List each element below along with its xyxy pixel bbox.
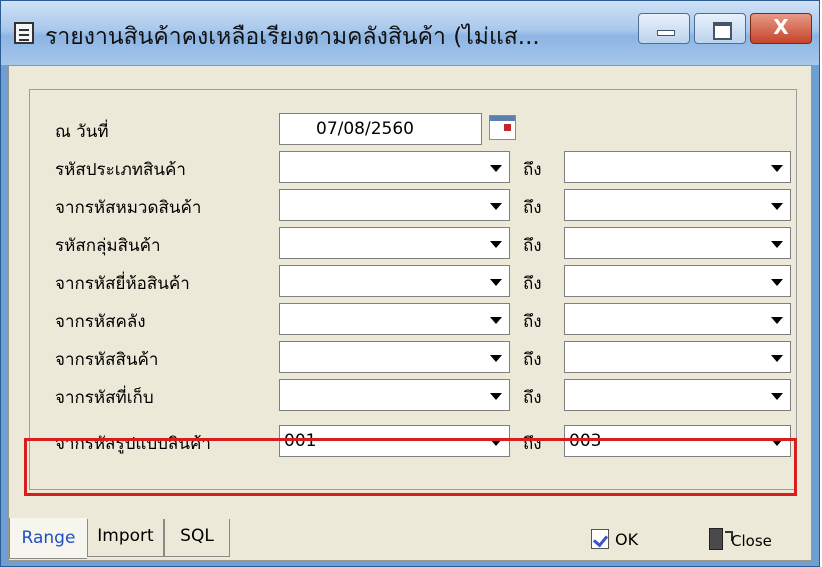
close-label: Close bbox=[731, 532, 772, 550]
range-form-panel: ณ วันที่ 07/08/2560 รหัสประเภทสินค้า ถึง… bbox=[29, 89, 797, 490]
from-combo[interactable] bbox=[279, 227, 510, 259]
ok-label: OK bbox=[615, 530, 639, 549]
range-row-product: จากรหัสสินค้า ถึง bbox=[30, 341, 796, 375]
close-button[interactable]: Close bbox=[709, 525, 809, 555]
range-row-brand: จากรหัสยี่ห้อสินค้า ถึง bbox=[30, 265, 796, 299]
highlight-box bbox=[24, 438, 797, 496]
from-combo[interactable] bbox=[279, 151, 510, 183]
tab-strip: Range Import SQL OK Close bbox=[9, 518, 811, 562]
window-title: รายงานสินค้าคงเหลือเรียงตามคลังสินค้า (ไ… bbox=[45, 24, 540, 50]
from-combo[interactable] bbox=[279, 379, 510, 411]
row-label: รหัสประเภทสินค้า bbox=[55, 160, 186, 180]
window-icon bbox=[14, 22, 34, 44]
dropdown-arrow-icon[interactable] bbox=[485, 230, 507, 256]
from-combo[interactable] bbox=[279, 265, 510, 297]
maximize-button[interactable] bbox=[694, 13, 746, 44]
from-combo[interactable] bbox=[279, 303, 510, 335]
row-label: จากรหัสคลัง bbox=[55, 312, 146, 332]
date-row: ณ วันที่ 07/08/2560 bbox=[30, 113, 796, 147]
dropdown-arrow-icon[interactable] bbox=[766, 306, 788, 332]
to-label: ถึง bbox=[523, 312, 542, 332]
dropdown-arrow-icon[interactable] bbox=[766, 154, 788, 180]
client-area: ณ วันที่ 07/08/2560 รหัสประเภทสินค้า ถึง… bbox=[8, 65, 812, 561]
ok-icon bbox=[591, 529, 609, 549]
to-label: ถึง bbox=[523, 236, 542, 256]
row-label: รหัสกลุ่มสินค้า bbox=[55, 236, 161, 256]
dropdown-arrow-icon[interactable] bbox=[485, 382, 507, 408]
to-combo[interactable] bbox=[564, 303, 791, 335]
from-combo[interactable] bbox=[279, 189, 510, 221]
dropdown-arrow-icon[interactable] bbox=[766, 230, 788, 256]
range-row-warehouse: จากรหัสคลัง ถึง bbox=[30, 303, 796, 337]
to-label: ถึง bbox=[523, 160, 542, 180]
tab-import[interactable]: Import bbox=[87, 519, 164, 557]
dropdown-arrow-icon[interactable] bbox=[485, 192, 507, 218]
to-label: ถึง bbox=[523, 350, 542, 370]
exit-icon bbox=[709, 528, 733, 550]
row-label: จากรหัสสินค้า bbox=[55, 350, 159, 370]
to-combo[interactable] bbox=[564, 189, 791, 221]
dropdown-arrow-icon[interactable] bbox=[766, 382, 788, 408]
tab-range[interactable]: Range bbox=[9, 518, 87, 559]
report-window: รายงานสินค้าคงเหลือเรียงตามคลังสินค้า (ไ… bbox=[0, 0, 820, 567]
tab-sql[interactable]: SQL bbox=[164, 519, 230, 557]
dropdown-arrow-icon[interactable] bbox=[485, 344, 507, 370]
title-bar[interactable]: รายงานสินค้าคงเหลือเรียงตามคลังสินค้า (ไ… bbox=[1, 1, 819, 65]
row-label: จากรหัสที่เก็บ bbox=[55, 388, 154, 408]
dropdown-arrow-icon[interactable] bbox=[485, 268, 507, 294]
to-combo[interactable] bbox=[564, 151, 791, 183]
range-row-category: จากรหัสหมวดสินค้า ถึง bbox=[30, 189, 796, 223]
row-label: จากรหัสยี่ห้อสินค้า bbox=[55, 274, 190, 294]
ok-button[interactable]: OK bbox=[591, 525, 681, 555]
to-label: ถึง bbox=[523, 274, 542, 294]
maximize-icon bbox=[713, 22, 732, 40]
dropdown-arrow-icon[interactable] bbox=[766, 192, 788, 218]
to-combo[interactable] bbox=[564, 341, 791, 373]
minimize-button[interactable] bbox=[638, 13, 690, 44]
close-window-button[interactable]: X bbox=[750, 13, 812, 44]
from-combo[interactable] bbox=[279, 341, 510, 373]
to-label: ถึง bbox=[523, 388, 542, 408]
row-label: จากรหัสหมวดสินค้า bbox=[55, 198, 202, 218]
dropdown-arrow-icon[interactable] bbox=[766, 344, 788, 370]
to-combo[interactable] bbox=[564, 227, 791, 259]
date-value: 07/08/2560 bbox=[316, 119, 414, 139]
range-row-product-type: รหัสประเภทสินค้า ถึง bbox=[30, 151, 796, 185]
minimize-icon bbox=[657, 30, 675, 36]
to-combo[interactable] bbox=[564, 265, 791, 297]
close-icon: X bbox=[773, 15, 789, 39]
date-input[interactable]: 07/08/2560 bbox=[279, 113, 482, 145]
range-row-location: จากรหัสที่เก็บ ถึง bbox=[30, 379, 796, 413]
range-row-group: รหัสกลุ่มสินค้า ถึง bbox=[30, 227, 796, 261]
to-combo[interactable] bbox=[564, 379, 791, 411]
calendar-icon[interactable] bbox=[489, 115, 516, 140]
dropdown-arrow-icon[interactable] bbox=[485, 306, 507, 332]
to-label: ถึง bbox=[523, 198, 542, 218]
date-label: ณ วันที่ bbox=[55, 122, 109, 142]
dropdown-arrow-icon[interactable] bbox=[485, 154, 507, 180]
dropdown-arrow-icon[interactable] bbox=[766, 268, 788, 294]
